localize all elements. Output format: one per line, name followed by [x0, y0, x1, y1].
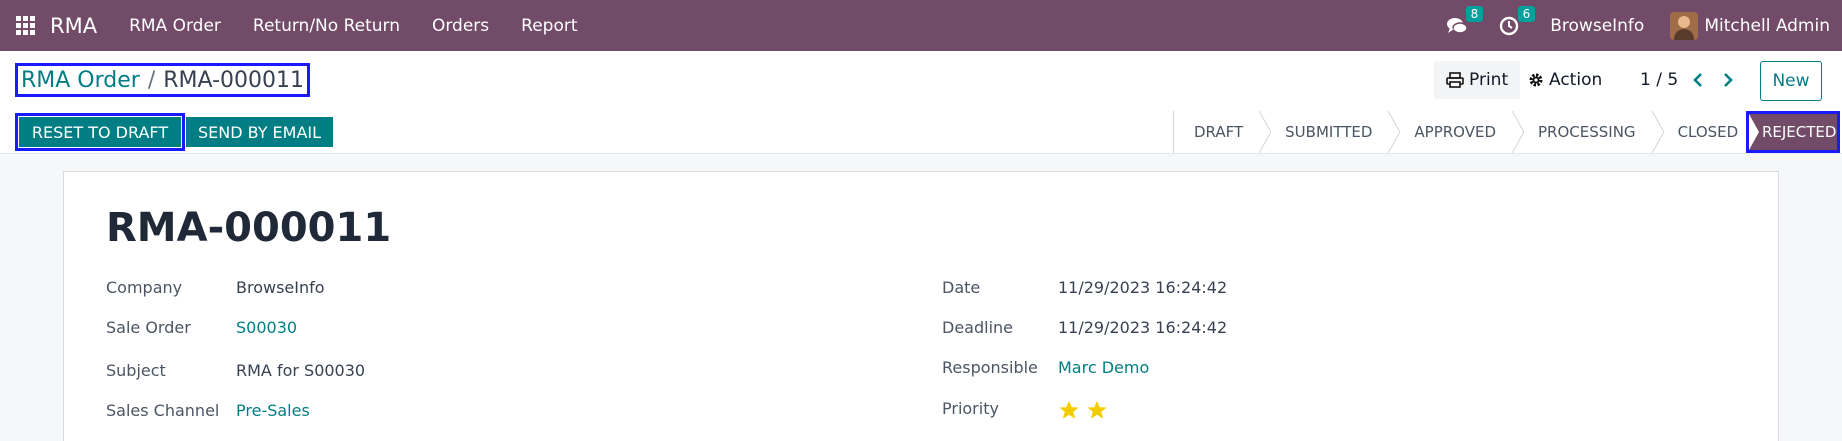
- star-icon[interactable]: [1058, 399, 1080, 421]
- chevron-right-icon: [1749, 114, 1760, 150]
- activities-badge: 6: [1517, 5, 1536, 22]
- menu-return-no-return[interactable]: Return/No Return: [253, 16, 400, 36]
- subject-value[interactable]: RMA for S00030: [236, 361, 365, 380]
- clock-icon: [1500, 16, 1519, 35]
- date-value[interactable]: 11/29/2023 16:24:42: [1058, 278, 1227, 297]
- field-date: Date 11/29/2023 16:24:42: [942, 278, 1227, 297]
- status-submitted[interactable]: SUBMITTED: [1265, 111, 1401, 153]
- action-button[interactable]: Action: [1528, 61, 1602, 99]
- sales-channel-link[interactable]: Pre-Sales: [236, 401, 310, 420]
- chevron-right-icon[interactable]: [1718, 70, 1738, 90]
- status-rejected[interactable]: REJECTED: [1746, 111, 1841, 153]
- status-rejected-label: REJECTED: [1761, 123, 1837, 141]
- status-draft[interactable]: DRAFT: [1174, 111, 1272, 153]
- new-button[interactable]: New: [1760, 61, 1822, 101]
- field-priority: Priority: [942, 399, 1108, 421]
- status-bar: DRAFT SUBMITTED APPROVED PROCESSING CLOS…: [1173, 111, 1841, 153]
- status-submitted-label: SUBMITTED: [1285, 123, 1373, 141]
- user-name: Mitchell Admin: [1704, 15, 1830, 36]
- field-deadline: Deadline 11/29/2023 16:24:42: [942, 318, 1227, 337]
- field-sales-channel: Sales Channel Pre-Sales: [106, 401, 310, 420]
- chevron-left-icon[interactable]: [1688, 70, 1708, 90]
- pager-nav: [1688, 61, 1738, 99]
- status-closed-label: CLOSED: [1677, 123, 1739, 141]
- responsible-link[interactable]: Marc Demo: [1058, 358, 1149, 377]
- status-approved[interactable]: APPROVED: [1394, 111, 1525, 153]
- breadcrumb-separator: /: [147, 67, 156, 93]
- menu-orders[interactable]: Orders: [432, 16, 489, 36]
- field-label: Sale Order: [106, 318, 191, 337]
- priority-stars: [1058, 399, 1108, 421]
- status-processing-label: PROCESSING: [1538, 123, 1636, 141]
- messages-badge: 8: [1465, 5, 1484, 22]
- field-label: Sales Channel: [106, 401, 220, 420]
- field-label: Date: [942, 278, 981, 297]
- status-approved-label: APPROVED: [1414, 123, 1497, 141]
- chat-icon: [1447, 17, 1468, 34]
- avatar: [1670, 11, 1699, 40]
- deadline-value[interactable]: 11/29/2023 16:24:42: [1058, 318, 1227, 337]
- activities-button[interactable]: 6: [1498, 5, 1536, 37]
- reset-to-draft-label: RESET TO DRAFT: [19, 117, 181, 147]
- user-menu[interactable]: Mitchell Admin: [1670, 11, 1830, 40]
- print-button[interactable]: Print: [1434, 61, 1521, 99]
- printer-icon: [1446, 72, 1464, 88]
- field-label: Subject: [106, 361, 166, 380]
- gear-icon: [1529, 73, 1543, 87]
- control-panel: RMA Order / RMA-000011 Print Action 1 / …: [0, 51, 1842, 154]
- menu-report[interactable]: Report: [521, 16, 577, 36]
- menu-rma-order[interactable]: RMA Order: [129, 16, 221, 36]
- star-icon[interactable]: [1086, 399, 1108, 421]
- field-label: Company: [106, 278, 183, 297]
- status-processing[interactable]: PROCESSING: [1518, 111, 1664, 153]
- sale-order-link[interactable]: S00030: [236, 318, 297, 337]
- status-closed[interactable]: CLOSED: [1658, 111, 1747, 153]
- record-title: RMA-000011: [106, 205, 392, 251]
- breadcrumb-current: RMA-000011: [163, 67, 305, 93]
- messages-button[interactable]: 8: [1446, 5, 1484, 37]
- send-by-email-button[interactable]: SEND BY EMAIL: [186, 117, 333, 147]
- action-label: Action: [1549, 70, 1603, 90]
- company-value[interactable]: BrowseInfo: [236, 278, 325, 297]
- grid-icon: [15, 16, 35, 35]
- field-responsible: Responsible Marc Demo: [942, 358, 1149, 377]
- field-sale-order: Sale Order S00030: [106, 318, 297, 337]
- field-label: Priority: [942, 399, 999, 418]
- print-label: Print: [1469, 70, 1509, 90]
- form-sheet: RMA-000011 Company BrowseInfo Sale Order…: [63, 171, 1779, 441]
- field-subject: Subject RMA for S00030: [106, 361, 365, 380]
- company-switcher[interactable]: BrowseInfo: [1550, 16, 1644, 36]
- reset-to-draft-button[interactable]: RESET TO DRAFT: [15, 113, 185, 151]
- top-navbar: RMA RMA Order Return/No Return Orders Re…: [0, 0, 1842, 51]
- pager-value[interactable]: 1 / 5: [1640, 61, 1678, 99]
- app-menu-button[interactable]: [0, 0, 50, 51]
- status-draft-label: DRAFT: [1194, 123, 1244, 141]
- breadcrumb: RMA Order / RMA-000011: [15, 63, 311, 97]
- breadcrumb-parent-link[interactable]: RMA Order: [21, 68, 140, 93]
- field-label: Deadline: [942, 318, 1013, 337]
- field-company: Company BrowseInfo: [106, 278, 325, 297]
- field-label: Responsible: [942, 358, 1038, 377]
- app-name[interactable]: RMA: [50, 14, 97, 38]
